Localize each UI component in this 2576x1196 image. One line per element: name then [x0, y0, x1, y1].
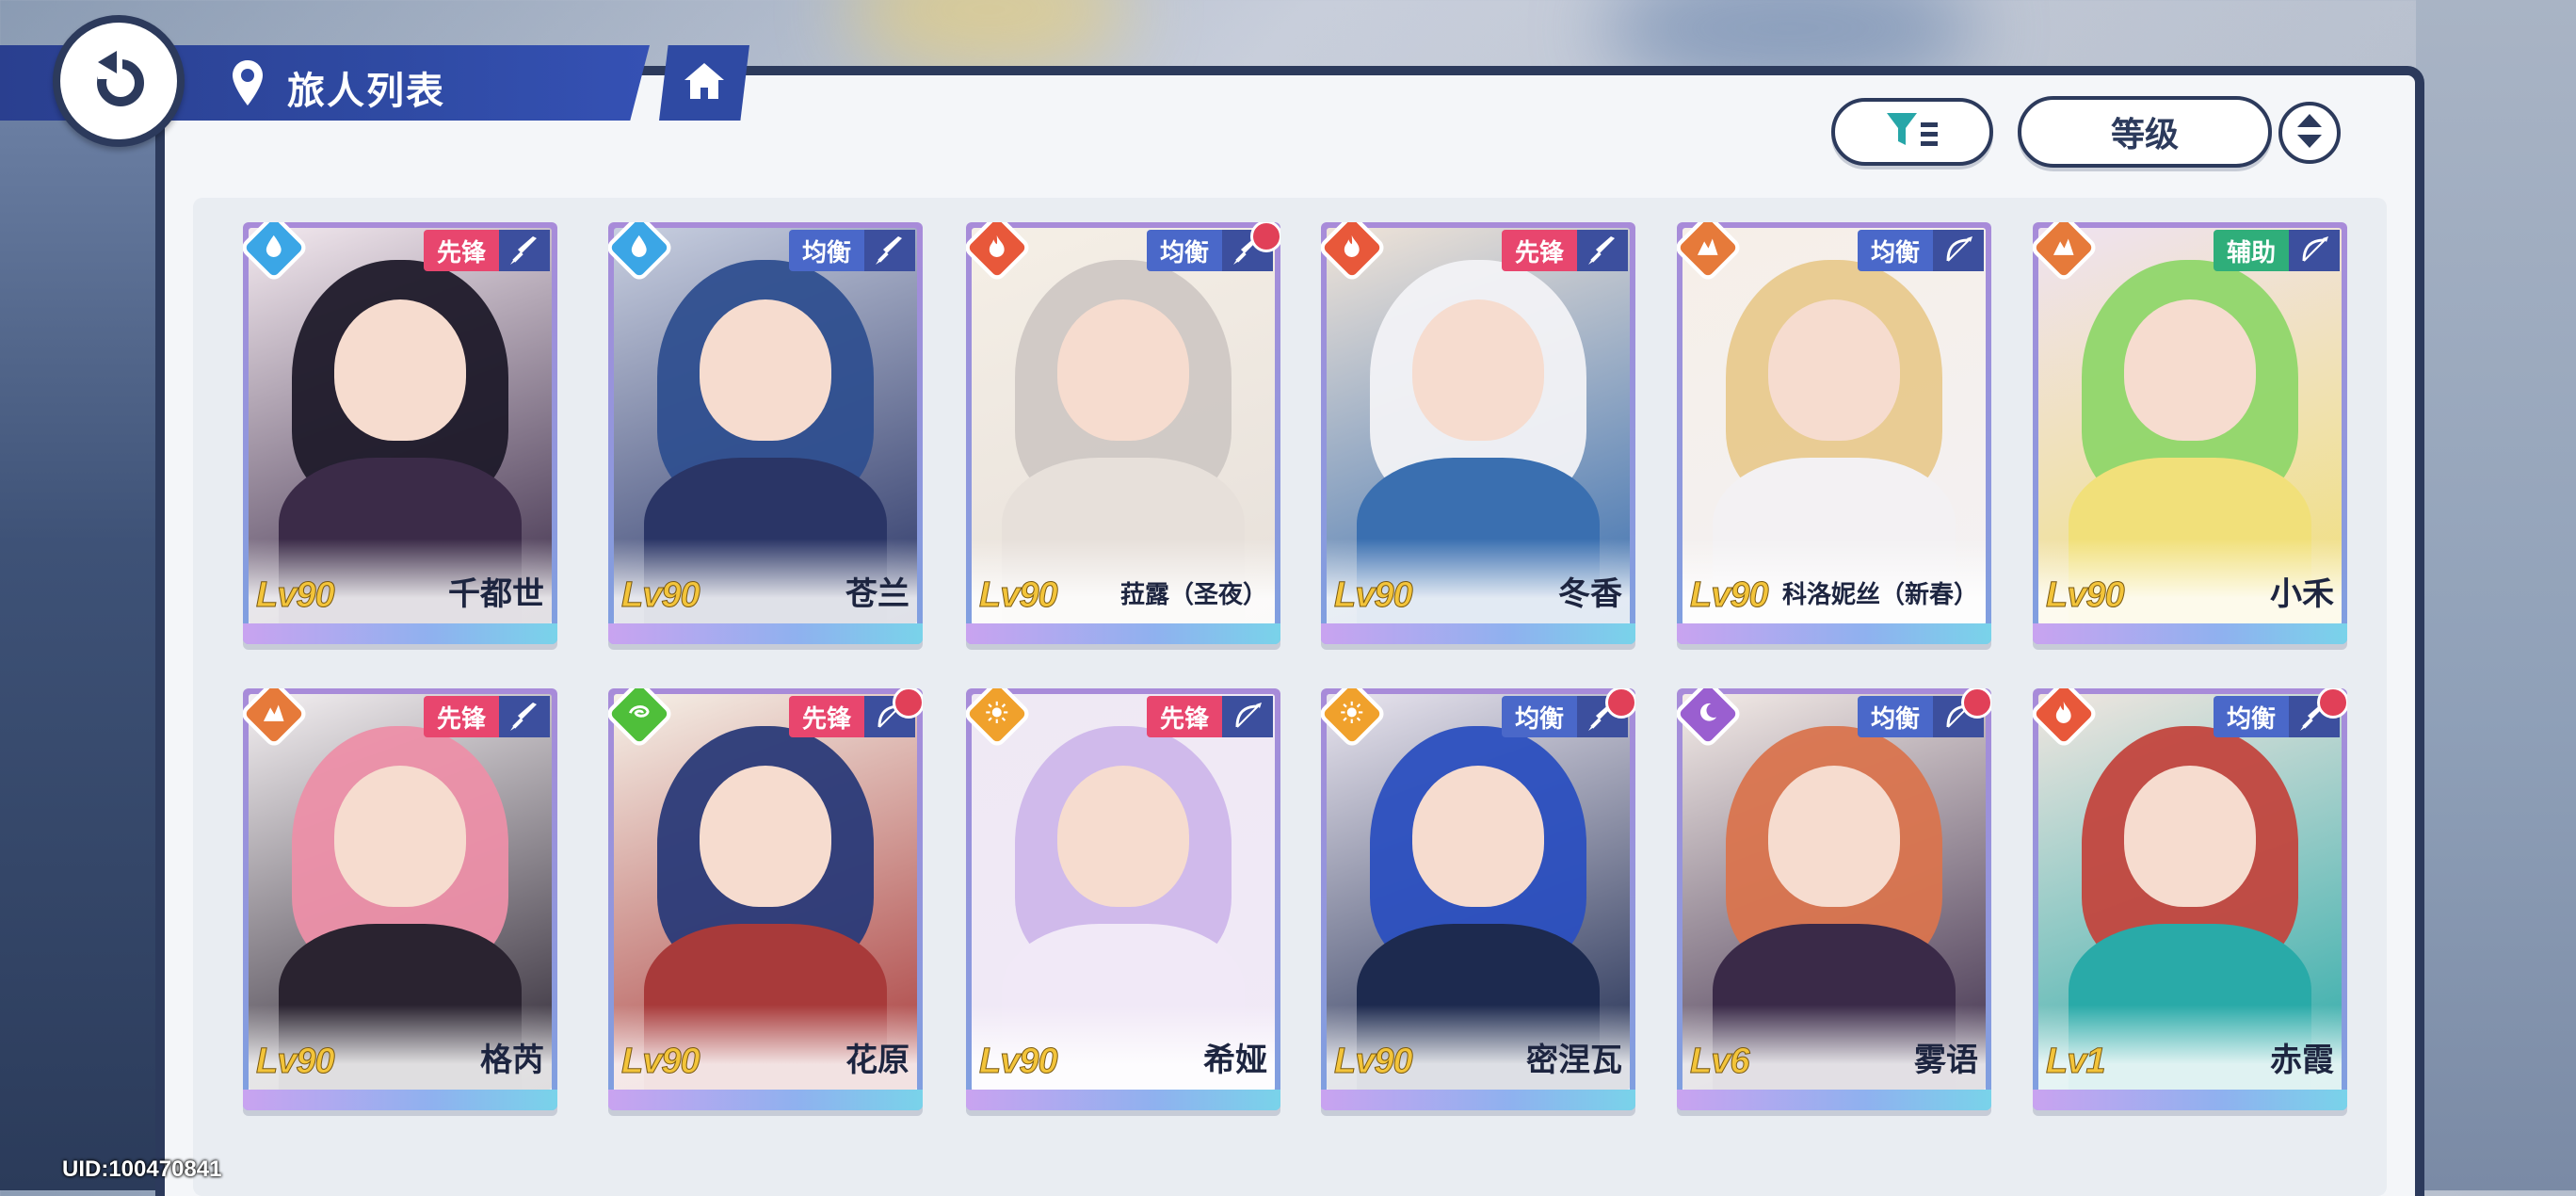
character-name: 小禾: [2270, 576, 2334, 612]
card-rarity-strip: [966, 1090, 1280, 1110]
role-badge: 先锋: [423, 696, 499, 737]
new-indicator-dot: [893, 688, 923, 719]
character-card[interactable]: 先锋 Lv90 千都世: [243, 222, 557, 644]
role-badge: 先锋: [1501, 230, 1577, 271]
character-name: 赤霞: [2270, 1042, 2334, 1078]
character-level: Lv90: [256, 575, 336, 616]
character-name: 密涅瓦: [1526, 1042, 1622, 1078]
sort-by-button[interactable]: 等级: [2018, 96, 2272, 168]
new-indicator-dot: [1605, 688, 1635, 719]
character-level: Lv90: [621, 575, 701, 616]
character-name: 科洛妮丝（新春）: [1781, 580, 1978, 608]
card-rarity-strip: [1321, 623, 1635, 644]
filter-icon: [1885, 109, 1940, 155]
portrait-face: [334, 765, 466, 907]
card-rarity-strip: [1677, 623, 1991, 644]
portrait-face: [334, 299, 466, 441]
new-indicator-dot: [2317, 688, 2347, 719]
background-left: [0, 113, 169, 1190]
weapon-bow-icon: [1222, 696, 1273, 737]
character-card[interactable]: 先锋 Lv90 格芮: [243, 688, 557, 1110]
card-rarity-strip: [243, 623, 557, 644]
character-card[interactable]: 均衡 Lv90 菈露（圣夜）: [966, 222, 1280, 644]
card-rarity-strip: [966, 623, 1280, 644]
character-name: 冬香: [1558, 576, 1622, 612]
portrait-face: [2124, 299, 2256, 441]
sort-order-icon: [2295, 112, 2324, 154]
character-level: Lv90: [256, 1042, 336, 1082]
character-card[interactable]: 先锋 Lv90 冬香: [1321, 222, 1635, 644]
new-indicator-dot: [1250, 222, 1280, 252]
card-rarity-strip: [1321, 1090, 1635, 1110]
character-card[interactable]: 均衡 Lv90 科洛妮丝（新春）: [1677, 222, 1991, 644]
background-blob: [847, 0, 1130, 75]
role-badge: 均衡: [1857, 696, 1933, 737]
page-title: 旅人列表: [287, 71, 445, 112]
character-name: 雾语: [1914, 1042, 1978, 1078]
character-name: 花原: [845, 1042, 910, 1078]
character-level: Lv90: [1334, 575, 1414, 616]
location-pin-icon: [231, 58, 265, 112]
portrait-face: [1412, 299, 1544, 441]
portrait-face: [1057, 765, 1189, 907]
portrait-face: [700, 765, 831, 907]
card-rarity-strip: [2033, 623, 2347, 644]
character-name: 希娅: [1203, 1042, 1267, 1078]
character-level: Lv90: [621, 1042, 701, 1082]
card-rarity-strip: [1677, 1090, 1991, 1110]
character-name: 苍兰: [845, 576, 910, 612]
role-badge: 先锋: [1146, 696, 1222, 737]
portrait-face: [1412, 765, 1544, 907]
character-level: Lv90: [979, 575, 1059, 616]
role-badge: 辅助: [2213, 230, 2289, 271]
character-card[interactable]: 均衡 Lv6 雾语: [1677, 688, 1991, 1110]
character-name: 菈露（圣夜）: [1119, 580, 1267, 608]
portrait-face: [2124, 765, 2256, 907]
portrait-face: [1768, 299, 1900, 441]
portrait-face: [1057, 299, 1189, 441]
weapon-bow-icon: [2289, 230, 2340, 271]
character-level: Lv1: [2045, 1042, 2106, 1082]
card-rarity-strip: [608, 623, 923, 644]
character-level: Lv90: [1334, 1042, 1414, 1082]
filter-button[interactable]: [1831, 98, 1993, 166]
weapon-sword-icon: [499, 230, 550, 271]
card-rarity-strip: [608, 1090, 923, 1110]
role-badge: 先锋: [788, 696, 864, 737]
character-card[interactable]: 均衡 Lv1 赤霞: [2033, 688, 2347, 1110]
character-name: 格芮: [480, 1042, 544, 1078]
character-level: Lv6: [1689, 1042, 1750, 1082]
character-card[interactable]: 先锋 Lv90 希娅: [966, 688, 1280, 1110]
role-badge: 均衡: [788, 230, 864, 271]
role-badge: 先锋: [423, 230, 499, 271]
card-rarity-strip: [243, 1090, 557, 1110]
sort-order-toggle[interactable]: [2278, 102, 2341, 164]
card-rarity-strip: [2033, 1090, 2347, 1110]
character-level: Lv90: [2046, 575, 2126, 616]
background-right: [2416, 0, 2576, 1190]
uid-label: UID:100470841: [62, 1156, 222, 1182]
character-name: 千都世: [448, 576, 544, 612]
character-card[interactable]: 先锋 Lv90 花原: [608, 688, 923, 1110]
character-card[interactable]: 均衡 Lv90 苍兰: [608, 222, 923, 644]
new-indicator-dot: [1961, 688, 1991, 719]
weapon-sword-icon: [499, 696, 550, 737]
role-badge: 均衡: [1857, 230, 1933, 271]
back-arrow-icon: [85, 45, 153, 118]
weapon-sword-icon: [1577, 230, 1628, 271]
character-card[interactable]: 均衡 Lv90 密涅瓦: [1321, 688, 1635, 1110]
portrait-face: [1768, 765, 1900, 907]
role-badge: 均衡: [1146, 230, 1222, 271]
back-button[interactable]: [53, 15, 185, 147]
weapon-bow-icon: [1933, 230, 1984, 271]
character-level: Lv90: [979, 1042, 1059, 1082]
home-button[interactable]: [659, 45, 749, 121]
character-level: Lv90: [1690, 575, 1770, 616]
portrait-face: [700, 299, 831, 441]
role-badge: 均衡: [2213, 696, 2289, 737]
weapon-sword-icon: [864, 230, 915, 271]
role-badge: 均衡: [1501, 696, 1577, 737]
home-icon: [683, 61, 726, 105]
character-card[interactable]: 辅助 Lv90 小禾: [2033, 222, 2347, 644]
